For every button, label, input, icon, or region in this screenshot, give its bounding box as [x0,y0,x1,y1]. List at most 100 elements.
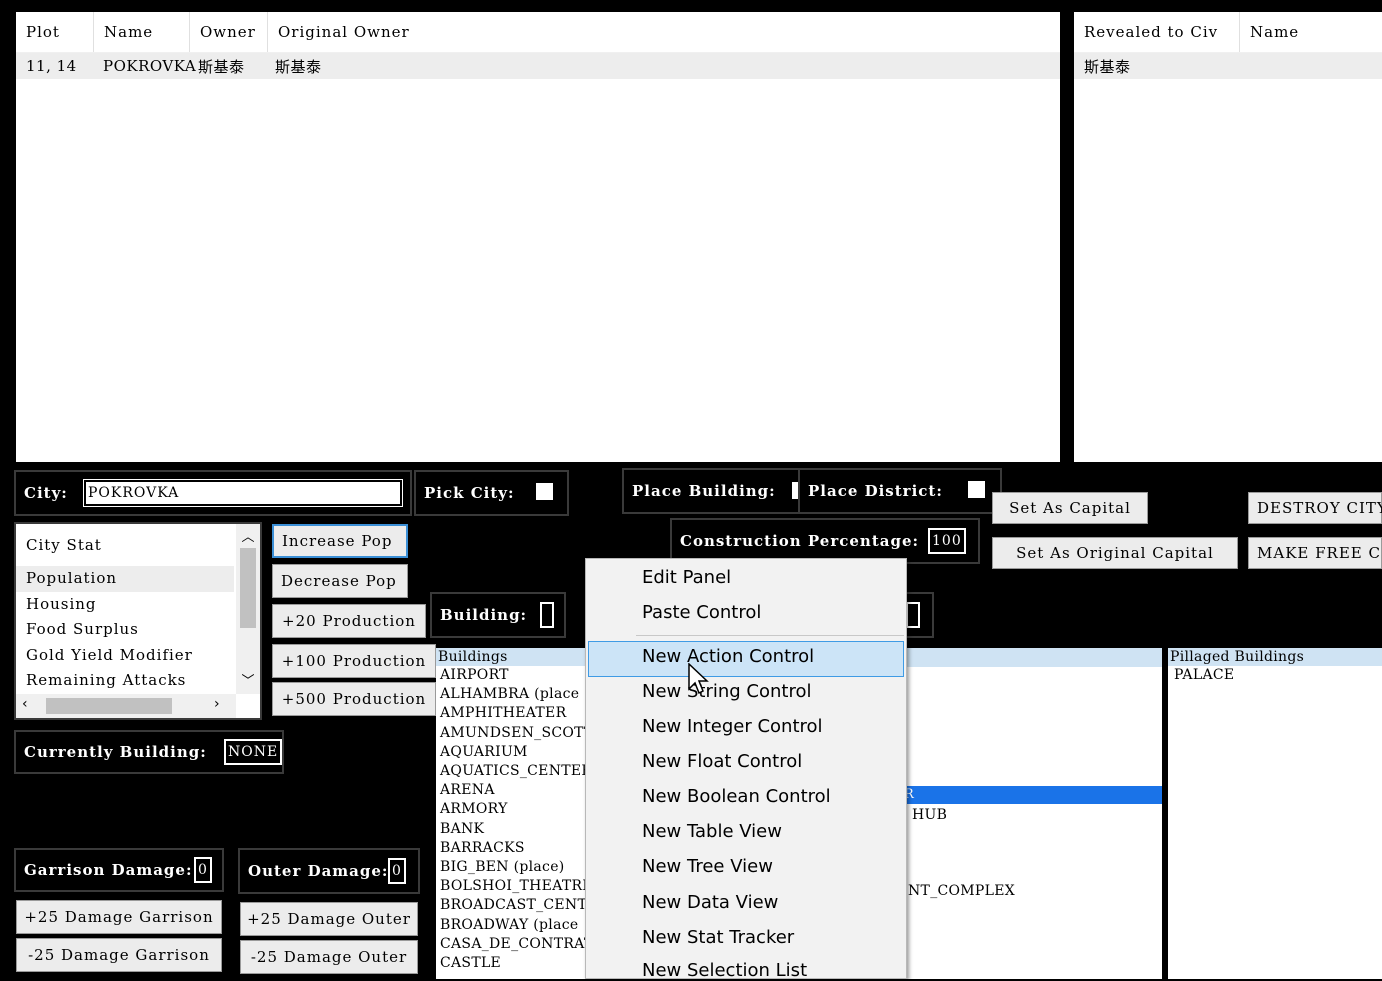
cell-original-owner: 斯基泰 [275,57,322,76]
menu-item[interactable]: New Integer Control [642,716,823,737]
list-item[interactable]: Food Surplus [16,617,234,643]
pillaged-list-header[interactable]: Pillaged Buildings [1168,648,1382,666]
list-item[interactable]: BROADCAST_CENTE [438,896,586,915]
plus-25-outer-button[interactable]: +25 Damage Outer [240,902,418,936]
chevron-right-icon[interactable]: › [214,696,220,712]
menu-item[interactable]: Edit Panel [642,567,731,588]
col-revealed-to-civ[interactable]: Revealed to Civ [1074,12,1240,52]
table-row[interactable]: 11, 14 POKROVKA 斯基泰 斯基泰 [16,53,1060,79]
buildings-items: AIRPORT ALHAMBRA (place AMPHITHEATER AMUNDS… [436,666,586,973]
destroy-city-button[interactable]: DESTROY CITY [1248,492,1382,524]
list-item[interactable]: Remaining Attacks [16,668,234,694]
city-stat-header[interactable]: City Stat [16,524,234,566]
outer-damage-input[interactable]: 0 [388,858,406,884]
district-input[interactable] [906,602,920,628]
place-building-panel: Place Building: [622,468,800,514]
reveal-table: Revealed to Civ Name 斯基泰 [1074,12,1382,462]
list-item[interactable]: AMPHITHEATER [438,704,586,723]
list-item[interactable]: BARRACKS [438,839,586,858]
table-row[interactable]: 斯基泰 [1074,53,1382,79]
district-item[interactable]: HUB [910,806,947,825]
add-100-production-button[interactable]: +100 Production [272,644,436,678]
selected-district-row[interactable]: R [900,786,1162,804]
chevron-up-icon[interactable]: ︿ [236,526,260,546]
list-item[interactable]: ARMORY [438,800,586,819]
list-item[interactable]: CASTLE [438,954,586,973]
list-item[interactable]: Gold Yield Modifier [16,643,234,669]
menu-item[interactable]: Paste Control [642,602,761,623]
decrease-pop-button[interactable]: Decrease Pop [272,564,408,598]
list-item[interactable]: AMUNDSEN_SCOTT_ [438,724,586,743]
list-item[interactable]: BANK [438,820,586,839]
district-item[interactable]: NT_COMPLEX [906,882,1015,901]
place-building-label: Place Building: [632,482,776,500]
minus-25-garrison-button[interactable]: -25 Damage Garrison [16,938,222,972]
col-owner[interactable]: Owner [190,12,268,52]
make-free-city-button[interactable]: MAKE FREE CIT [1248,537,1382,569]
set-as-capital-button[interactable]: Set As Capital [992,492,1148,524]
pick-city-checkbox[interactable] [536,483,553,500]
chevron-down-icon[interactable]: ﹀ [236,670,260,690]
currently-building-value: NONE [224,739,283,765]
add-20-production-button[interactable]: +20 Production [272,604,426,638]
menu-item[interactable]: New Table View [642,821,782,842]
pick-city-panel: Pick City: [414,470,569,516]
chevron-left-icon[interactable]: ‹ [22,696,28,712]
vertical-scrollbar[interactable]: ︿ ﹀ [236,524,260,694]
buildings-list[interactable]: Buildings AIRPORT ALHAMBRA (place AMPHITHE… [436,648,586,979]
cell-plot: 11, 14 [26,57,77,75]
districts-list-header[interactable] [900,648,1162,667]
place-district-label: Place District: [808,482,943,500]
col-plot[interactable]: Plot [16,12,94,52]
minus-25-outer-button[interactable]: -25 Damage Outer [240,940,418,974]
list-item[interactable]: Population [16,566,234,592]
list-item[interactable]: AQUATICS_CENTER [438,762,586,781]
districts-list[interactable]: R HUB NT_COMPLEX [900,648,1162,979]
currently-building-label: Currently Building: [24,743,207,761]
col-name[interactable]: Name [1240,12,1309,52]
col-name[interactable]: Name [94,12,190,52]
garrison-damage-label: Garrison Damage: [24,861,193,879]
garrison-damage-input[interactable]: 0 [194,857,212,883]
pick-city-label: Pick City: [424,484,515,502]
building-input[interactable] [540,602,554,628]
list-item[interactable]: BIG_BEN (place) [438,858,586,877]
menu-item[interactable]: New Stat Tracker [642,927,794,948]
list-item[interactable]: Housing [16,592,234,618]
pillaged-list[interactable]: Pillaged Buildings PALACE [1168,648,1382,979]
menu-item[interactable]: New Float Control [642,751,802,772]
city-stat-list[interactable]: City Stat Population Housing Food Surplu… [14,522,262,720]
construction-input[interactable]: 100 [928,528,966,554]
add-500-production-button[interactable]: +500 Production [272,682,436,716]
list-item[interactable]: ARENA [438,781,586,800]
plot-table-header: Plot Name Owner Original Owner [16,12,1060,53]
place-district-checkbox[interactable] [968,481,985,498]
menu-item[interactable]: New Data View [642,892,778,913]
city-label: City: [24,484,68,502]
increase-pop-button[interactable]: Increase Pop [272,524,408,558]
menu-item[interactable]: New Action Control [642,646,814,667]
plus-25-garrison-button[interactable]: +25 Damage Garrison [16,900,222,934]
list-item[interactable]: CASA_DE_CONTRAT [438,935,586,954]
list-item[interactable]: AQUARIUM [438,743,586,762]
buildings-list-header[interactable]: Buildings [436,648,586,666]
list-item[interactable]: AIRPORT [438,666,586,685]
menu-item[interactable]: New Boolean Control [642,786,831,807]
menu-item[interactable]: New Selection List [642,960,807,981]
list-item[interactable]: PALACE [1168,666,1382,685]
scroll-thumb[interactable] [46,698,172,714]
plot-table: Plot Name Owner Original Owner 11, 14 PO… [16,12,1060,462]
scroll-thumb[interactable] [240,548,256,628]
list-item[interactable]: BROADWAY (place [438,916,586,935]
city-input[interactable]: POKROVKA [83,479,403,507]
outer-damage-label: Outer Damage: [248,862,389,880]
menu-item[interactable]: New Tree View [642,856,773,877]
list-item[interactable]: ALHAMBRA (place [438,685,586,704]
reveal-table-header: Revealed to Civ Name [1074,12,1382,53]
garrison-damage-panel: Garrison Damage: 0 [14,848,224,892]
horizontal-scrollbar[interactable]: ‹ › [16,694,236,718]
list-item[interactable]: BOLSHOI_THEATRE [438,877,586,896]
set-as-original-capital-button[interactable]: Set As Original Capital [992,537,1238,569]
col-original-owner[interactable]: Original Owner [268,12,488,52]
menu-item[interactable]: New String Control [642,681,812,702]
